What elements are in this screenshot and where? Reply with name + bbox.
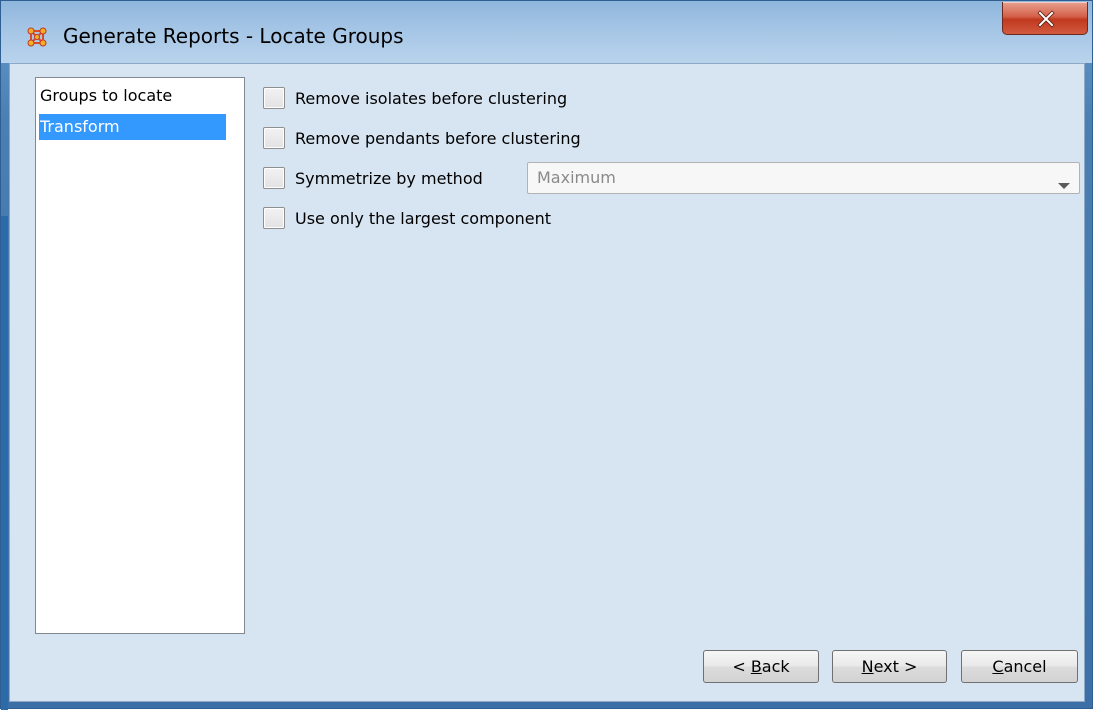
- back-button-label: ack: [761, 657, 790, 676]
- cancel-button-mnemonic: C: [992, 657, 1004, 676]
- window-edge-accent: [1, 216, 8, 710]
- close-button[interactable]: [1002, 2, 1088, 35]
- back-button-mnemonic: B: [750, 657, 762, 676]
- next-button[interactable]: Next >: [832, 650, 947, 683]
- chevron-down-icon: [1057, 175, 1071, 194]
- back-button[interactable]: < Back: [703, 650, 819, 683]
- remove-isolates-label: Remove isolates before clustering: [295, 88, 568, 108]
- dialog-content: Groups to locate Transform Remove isolat…: [9, 63, 1085, 702]
- remove-pendants-checkbox[interactable]: [263, 127, 285, 149]
- next-button-mnemonic: N: [861, 657, 874, 676]
- largest-component-label: Use only the largest component: [295, 208, 552, 228]
- cancel-button[interactable]: Cancel: [961, 650, 1078, 683]
- step-list[interactable]: Groups to locate Transform: [35, 77, 245, 634]
- remove-pendants-label: Remove pendants before clustering: [295, 128, 581, 148]
- symmetrize-method-select[interactable]: Maximum: [527, 162, 1080, 194]
- dialog-window: Generate Reports - Locate Groups Groups …: [0, 0, 1093, 710]
- title-bar[interactable]: Generate Reports - Locate Groups: [1, 1, 1092, 63]
- step-item-groups-to-locate[interactable]: Groups to locate: [39, 83, 226, 109]
- remove-isolates-checkbox[interactable]: [263, 87, 285, 109]
- largest-component-checkbox[interactable]: [263, 207, 285, 229]
- cancel-button-label: ancel: [1003, 657, 1047, 676]
- option-remove-pendants[interactable]: Remove pendants before clustering: [263, 126, 581, 150]
- back-button-prefix: <: [732, 657, 751, 676]
- step-item-transform[interactable]: Transform: [39, 114, 226, 140]
- option-symmetrize[interactable]: Symmetrize by method: [263, 166, 483, 190]
- network-grid-icon: [26, 26, 48, 48]
- symmetrize-label: Symmetrize by method: [295, 168, 483, 188]
- symmetrize-method-value: Maximum: [537, 168, 616, 187]
- window-title: Generate Reports - Locate Groups: [63, 24, 404, 48]
- option-remove-isolates[interactable]: Remove isolates before clustering: [263, 86, 567, 110]
- option-largest-component[interactable]: Use only the largest component: [263, 206, 551, 230]
- next-button-label: ext >: [873, 657, 918, 676]
- symmetrize-checkbox[interactable]: [263, 167, 285, 189]
